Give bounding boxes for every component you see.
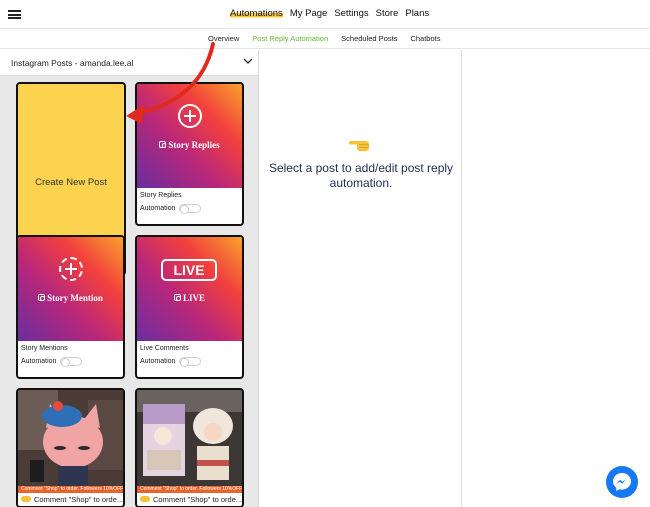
story-replies-graphic-label: Story Replies <box>168 140 220 150</box>
nav-store[interactable]: Store <box>376 8 399 19</box>
post-card[interactable]: Comment "Shop" to order. Followers 10%OF… <box>16 388 125 507</box>
plus-circle-icon <box>59 257 83 281</box>
card-title: Live Comments <box>140 345 189 352</box>
automation-toggle[interactable] <box>60 357 83 367</box>
automation-label: Automation <box>21 358 57 365</box>
automation-label: Automation <box>140 205 176 212</box>
nav-automations[interactable]: Automations <box>230 8 283 19</box>
nav-settings[interactable]: Settings <box>334 8 368 19</box>
main-nav: Automations My Page Settings Store Plans <box>230 8 429 19</box>
post-banner: Comment "Shop" to order. Followers 10%OF… <box>18 486 123 493</box>
story-mention-graphic-label: Story Mention <box>47 293 103 303</box>
empty-state-message: Select a post to add/edit post reply aut… <box>268 161 454 190</box>
live-comments-card[interactable]: LIVE LIVE Live Comments Automation <box>135 235 244 379</box>
automation-toggle[interactable] <box>179 204 202 214</box>
live-graphic: LIVE LIVE <box>137 237 242 341</box>
tab-post-reply-automation[interactable]: Post Reply Automation <box>252 34 328 43</box>
pointing-hand-icon <box>349 141 369 151</box>
chevron-down-icon[interactable] <box>243 56 253 66</box>
messenger-icon <box>613 473 631 491</box>
pointing-hand-icon <box>140 496 150 502</box>
story-replies-graphic: Story Replies <box>137 84 242 188</box>
automation-label: Automation <box>140 358 176 365</box>
messenger-chat-button[interactable] <box>606 466 638 498</box>
post-thumbnail <box>18 390 123 486</box>
post-card[interactable]: Comment "Shop" to order. Followers 10%OF… <box>135 388 244 507</box>
story-mention-card[interactable]: Story Mention Story Mentions Automation <box>16 235 125 379</box>
posts-panel: Instagram Posts - amanda.lee.al Create N… <box>0 50 259 507</box>
card-title: Story Replies <box>140 192 182 199</box>
post-caption: Comment "Shop" to orde... <box>153 495 242 504</box>
tab-scheduled-posts[interactable]: Scheduled Posts <box>341 34 397 43</box>
nav-plans[interactable]: Plans <box>405 8 429 19</box>
pointing-hand-icon <box>21 496 31 502</box>
account-selector[interactable]: Instagram Posts - amanda.lee.al <box>0 50 258 76</box>
instagram-icon <box>173 294 181 301</box>
create-new-post-label: Create New Post <box>35 177 107 188</box>
sub-nav: Overview Post Reply Automation Scheduled… <box>0 30 650 49</box>
post-caption: Comment "Shop" to orde... <box>34 495 123 504</box>
post-banner: Comment "Shop" to order. Followers 10%OF… <box>137 486 242 493</box>
card-title: Story Mentions <box>21 345 68 352</box>
top-bar: Automations My Page Settings Store Plans <box>0 0 650 29</box>
automation-toggle[interactable] <box>179 357 202 367</box>
story-replies-card[interactable]: Story Replies Story Replies Automation <box>135 82 244 226</box>
plus-circle-icon <box>178 104 202 128</box>
instagram-icon <box>159 141 167 148</box>
live-badge: LIVE <box>161 259 217 281</box>
post-thumbnail <box>137 390 242 486</box>
story-mention-graphic: Story Mention <box>18 237 123 341</box>
tab-chatbots[interactable]: Chatbots <box>410 34 440 43</box>
nav-my-page[interactable]: My Page <box>290 8 328 19</box>
automation-panel: Select a post to add/edit post reply aut… <box>260 50 462 507</box>
tab-overview[interactable]: Overview <box>208 34 239 43</box>
instagram-icon <box>38 294 46 301</box>
live-graphic-label: LIVE <box>182 293 205 303</box>
menu-icon[interactable] <box>8 10 21 19</box>
account-label: Instagram Posts - amanda.lee.al <box>11 58 134 68</box>
